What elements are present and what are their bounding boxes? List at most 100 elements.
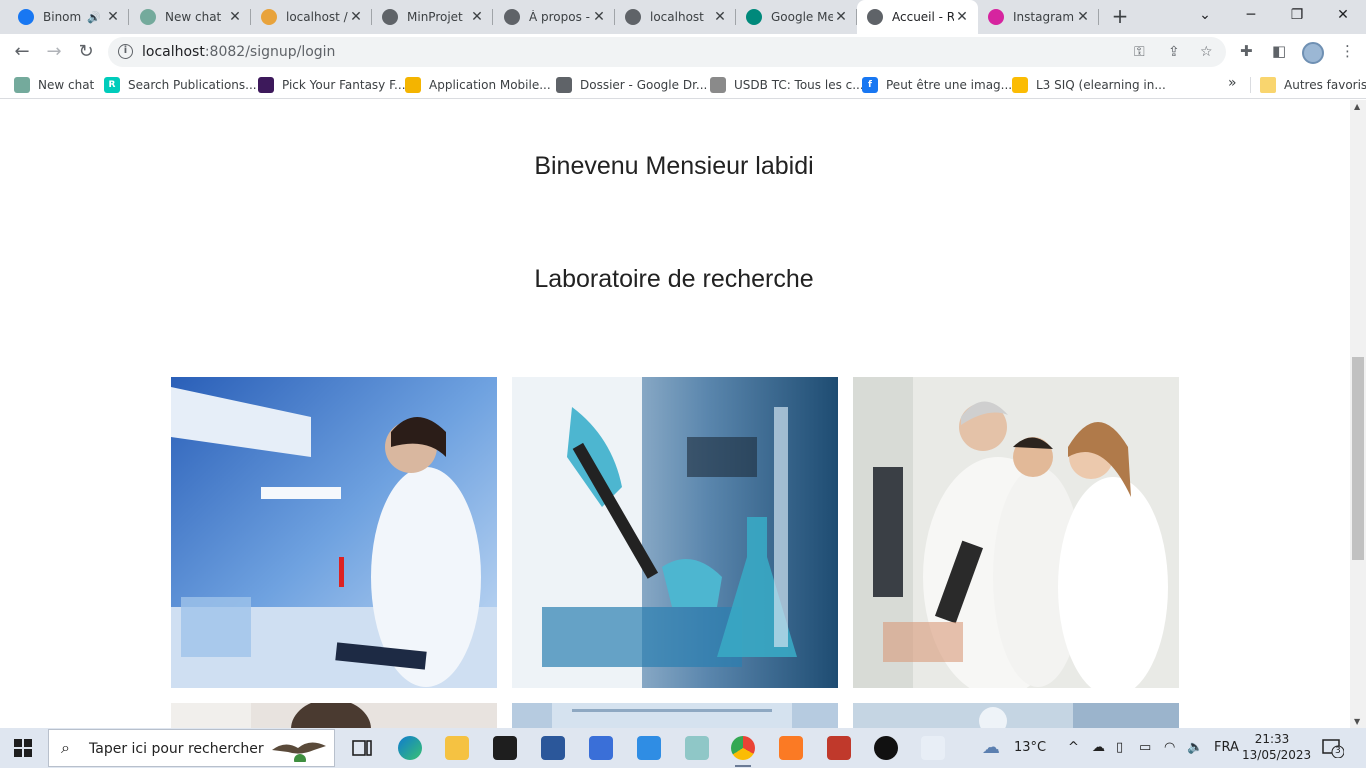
- close-tab-icon[interactable]: ✕: [591, 9, 607, 25]
- page-scrollbar[interactable]: ▲ ▼: [1350, 100, 1366, 728]
- tab-label: MinProjet: [407, 10, 463, 24]
- bookmark-item[interactable]: f Peut être une imag...: [862, 76, 1012, 94]
- tab-5[interactable]: localhost ✕: [615, 0, 736, 34]
- onedrive-icon[interactable]: ☁: [1092, 740, 1105, 755]
- weather-temperature[interactable]: 13°C: [1014, 740, 1046, 755]
- game-app-icon[interactable]: [827, 736, 851, 760]
- tab-0[interactable]: Binom 🔊 ✕: [8, 0, 129, 34]
- mail-icon[interactable]: [637, 736, 661, 760]
- tab-7[interactable]: Accueil - R ✕: [857, 0, 978, 34]
- clock[interactable]: 21:33 13/05/2023: [1242, 731, 1311, 763]
- close-window-button[interactable]: ✕: [1320, 0, 1366, 30]
- snipping-tool-icon[interactable]: [921, 736, 945, 760]
- bookmark-item[interactable]: USDB TC: Tous les c...: [710, 76, 864, 94]
- language-indicator[interactable]: FRA: [1214, 740, 1239, 755]
- address-bar[interactable]: i localhost:8082/signup/login ⚿ ⇪ ☆: [108, 37, 1226, 67]
- record-icon[interactable]: [874, 736, 898, 760]
- instagram-icon: [988, 9, 1004, 25]
- close-tab-icon[interactable]: ✕: [105, 9, 121, 25]
- tab-4[interactable]: À propos - ✕: [494, 0, 615, 34]
- volume-icon[interactable]: 🔈: [1187, 740, 1203, 755]
- researchgate-icon: R: [104, 77, 120, 93]
- file-explorer-icon[interactable]: [445, 736, 469, 760]
- phpmyadmin-icon: [261, 9, 277, 25]
- chrome-icon[interactable]: [731, 736, 755, 760]
- bookmark-item[interactable]: New chat: [14, 76, 94, 94]
- close-tab-icon[interactable]: ✕: [712, 9, 728, 25]
- bookmark-item[interactable]: Application Mobile...: [405, 76, 551, 94]
- scroll-down-arrow-icon[interactable]: ▼: [1354, 717, 1360, 726]
- close-tab-icon[interactable]: ✕: [1075, 9, 1091, 25]
- tab-2[interactable]: localhost / ✕: [251, 0, 372, 34]
- sticky-app-icon[interactable]: [685, 736, 709, 760]
- chrome-running-indicator: [735, 765, 751, 767]
- bookmark-item[interactable]: L3 SIQ (elearning in...: [1012, 76, 1166, 94]
- side-panel-icon[interactable]: ◧: [1272, 42, 1286, 60]
- close-tab-icon[interactable]: ✕: [348, 9, 364, 25]
- taskbar-search-box[interactable]: ⌕ Taper ici pour rechercher: [48, 729, 335, 767]
- lab-photo-researchers-microscope: [853, 377, 1179, 688]
- close-tab-icon[interactable]: ✕: [833, 9, 849, 25]
- bookmark-item[interactable]: Dossier - Google Dr...: [556, 76, 707, 94]
- browser-toolbar: ← → ↻ i localhost:8082/signup/login ⚿ ⇪ …: [0, 34, 1366, 71]
- terminal-icon[interactable]: [493, 736, 517, 760]
- tab-separator: [1098, 9, 1099, 25]
- close-tab-icon[interactable]: ✕: [954, 9, 970, 25]
- wifi-icon[interactable]: ◠: [1164, 740, 1175, 755]
- reload-icon[interactable]: ↻: [72, 38, 100, 66]
- extensions-icon[interactable]: ✚: [1240, 42, 1253, 60]
- device-icon[interactable]: ▯: [1116, 740, 1123, 755]
- lab-photo-scientist-woman: [171, 377, 497, 688]
- xampp-icon[interactable]: [779, 736, 803, 760]
- tab-label: New chat: [165, 10, 222, 24]
- show-hidden-icons-icon[interactable]: ^: [1068, 740, 1079, 755]
- bookmark-item[interactable]: R Search Publications...: [104, 76, 257, 94]
- tab-label: Google Me: [771, 10, 833, 24]
- bookmark-item[interactable]: Pick Your Fantasy F...: [258, 76, 406, 94]
- tab-8[interactable]: Instagram ✕: [978, 0, 1099, 34]
- microsoft-store-icon[interactable]: [589, 736, 613, 760]
- url-text[interactable]: localhost:8082/signup/login: [142, 44, 335, 60]
- tab-search-button[interactable]: ⌄: [1182, 0, 1228, 30]
- share-icon[interactable]: ⇪: [1168, 44, 1180, 60]
- weather-cloud-icon[interactable]: ☁: [982, 737, 1000, 758]
- windows-taskbar: ⌕ Taper ici pour rechercher ☁ 13°C ^ ☁ ▯…: [0, 728, 1366, 768]
- tab-3[interactable]: MinProjet ✕: [372, 0, 493, 34]
- back-icon[interactable]: ←: [8, 38, 36, 66]
- password-key-icon[interactable]: ⚿: [1134, 44, 1145, 60]
- close-tab-icon[interactable]: ✕: [227, 9, 243, 25]
- profile-avatar[interactable]: [1302, 42, 1324, 64]
- notifications-icon[interactable]: 3: [1322, 738, 1345, 759]
- section-title: Laboratoire de recherche: [534, 265, 814, 293]
- tab-1[interactable]: New chat ✕: [130, 0, 251, 34]
- more-bookmarks-button[interactable]: »: [1228, 75, 1237, 91]
- tab-label: localhost /: [286, 10, 348, 24]
- tab-label: Instagram: [1013, 10, 1075, 24]
- task-view-icon[interactable]: [350, 736, 374, 760]
- facebook-icon: [18, 9, 34, 25]
- windows-start-icon[interactable]: [14, 739, 32, 757]
- globe-icon: [867, 9, 883, 25]
- audio-playing-icon[interactable]: 🔊: [87, 11, 101, 24]
- bookmark-star-icon[interactable]: ☆: [1200, 44, 1213, 60]
- scroll-up-arrow-icon[interactable]: ▲: [1354, 102, 1360, 111]
- google-drive-icon: [1012, 77, 1028, 93]
- site-info-icon[interactable]: i: [118, 44, 133, 59]
- close-tab-icon[interactable]: ✕: [469, 9, 485, 25]
- other-bookmarks-folder[interactable]: Autres favoris: [1260, 76, 1366, 94]
- google-meet-icon: [746, 9, 762, 25]
- word-icon[interactable]: [541, 736, 565, 760]
- globe-icon: [625, 9, 641, 25]
- new-tab-button[interactable]: +: [1108, 5, 1132, 29]
- minimize-button[interactable]: ─: [1228, 0, 1274, 30]
- search-icon: ⌕: [61, 738, 70, 757]
- edge-icon[interactable]: [398, 736, 422, 760]
- document-icon: [710, 77, 726, 93]
- scrollbar-thumb[interactable]: [1352, 357, 1364, 560]
- battery-icon[interactable]: ▭: [1139, 740, 1151, 755]
- chatgpt-icon: [14, 77, 30, 93]
- tab-6[interactable]: Google Me ✕: [736, 0, 857, 34]
- restore-button[interactable]: ❐: [1274, 0, 1320, 30]
- forward-icon[interactable]: →: [40, 38, 68, 66]
- menu-icon[interactable]: ⋮: [1340, 42, 1355, 60]
